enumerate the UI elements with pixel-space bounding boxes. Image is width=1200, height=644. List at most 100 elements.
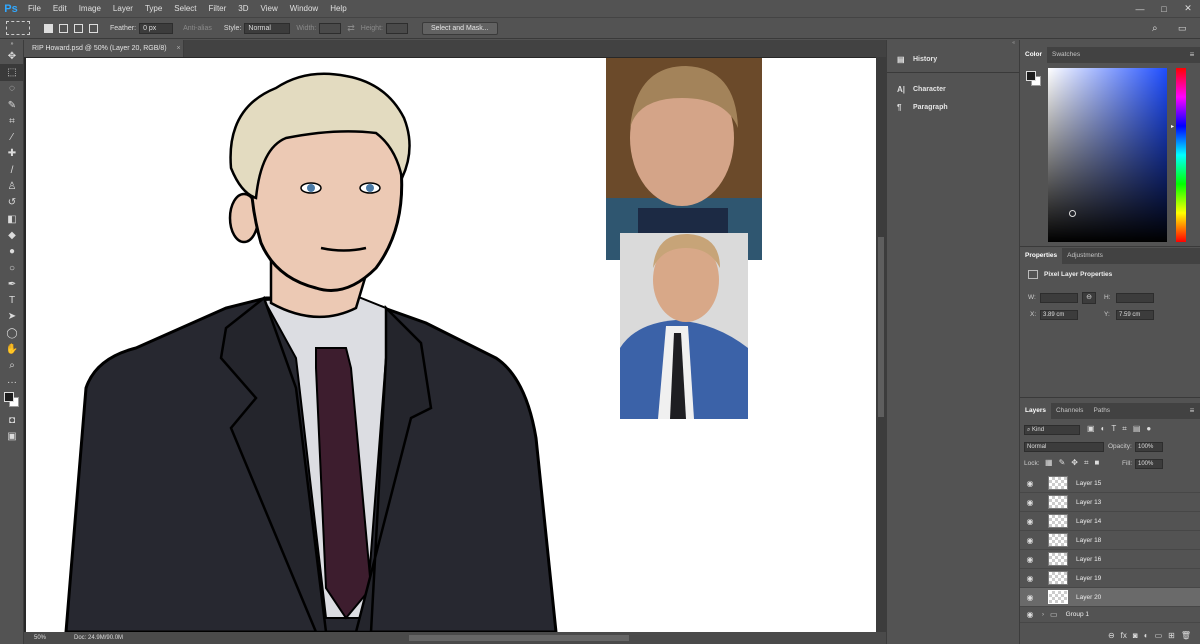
h-input[interactable] xyxy=(1116,293,1154,303)
blur-tool-icon[interactable]: ● xyxy=(0,244,24,260)
feather-input[interactable]: 0 px xyxy=(139,22,174,34)
color-swatches[interactable] xyxy=(0,390,24,412)
layer-filter-select[interactable]: ⌕ Kind xyxy=(1024,425,1080,435)
dodge-tool-icon[interactable]: ○ xyxy=(0,260,24,276)
history-panel-button[interactable]: ▤ History xyxy=(887,47,1019,73)
new-selection-icon[interactable] xyxy=(44,23,53,33)
width-input[interactable] xyxy=(319,22,342,34)
filter-type-icon[interactable]: T xyxy=(1111,424,1116,434)
visibility-eye-icon[interactable]: ◉ xyxy=(1020,574,1040,583)
lock-all-icon[interactable]: ■ xyxy=(1094,458,1099,468)
y-input[interactable]: 7.59 cm xyxy=(1116,310,1154,320)
more-tools-icon[interactable]: ··· xyxy=(0,374,24,390)
tab-layers[interactable]: Layers xyxy=(1020,403,1051,419)
new-layer-icon[interactable]: ⊞ xyxy=(1168,631,1175,640)
document-tab[interactable]: RIP Howard.psd @ 50% (Layer 20, RGB/8) × xyxy=(24,40,184,57)
x-input[interactable]: 3.89 cm xyxy=(1040,310,1078,320)
hue-slider[interactable] xyxy=(1176,68,1186,242)
horizontal-scroll-thumb[interactable] xyxy=(409,635,629,641)
swap-icon[interactable]: ⇄ xyxy=(347,23,355,34)
screen-mode-icon[interactable]: ▣ xyxy=(0,429,24,445)
panel-menu-icon[interactable]: ≡ xyxy=(1184,47,1200,63)
fill-input[interactable]: 100% xyxy=(1135,459,1163,469)
menu-file[interactable]: File xyxy=(22,0,47,17)
character-panel-button[interactable]: A| Character xyxy=(887,79,1019,99)
select-and-mask-button[interactable]: Select and Mask... xyxy=(421,21,498,35)
lasso-tool-icon[interactable]: ◌ xyxy=(0,81,24,97)
w-input[interactable] xyxy=(1040,293,1078,303)
hand-tool-icon[interactable]: ✋ xyxy=(0,341,24,357)
brush-tool-icon[interactable]: / xyxy=(0,162,24,178)
menu-view[interactable]: View xyxy=(255,0,284,17)
menu-filter[interactable]: Filter xyxy=(203,0,233,17)
canvas[interactable] xyxy=(26,58,876,632)
tab-channels[interactable]: Channels xyxy=(1051,403,1088,419)
type-tool-icon[interactable]: T xyxy=(0,292,24,308)
tab-properties[interactable]: Properties xyxy=(1020,248,1063,264)
layer-row[interactable]: ◉ Layer 13 xyxy=(1020,493,1200,512)
fx-icon[interactable]: fx xyxy=(1121,631,1127,640)
adjustment-layer-icon[interactable]: ◐ xyxy=(1144,631,1149,640)
menu-image[interactable]: Image xyxy=(73,0,107,17)
filter-toggle-icon[interactable]: ● xyxy=(1146,424,1151,434)
crop-tool-icon[interactable]: ⌗ xyxy=(0,113,24,129)
color-picker-cursor[interactable] xyxy=(1069,210,1076,217)
marquee-preset-icon[interactable] xyxy=(6,21,30,35)
canvas-vertical-scrollbar[interactable] xyxy=(876,57,886,632)
filter-adjustment-icon[interactable]: ◐ xyxy=(1101,424,1106,434)
marquee-tool-icon[interactable]: ⬚ xyxy=(0,64,24,81)
tab-swatches[interactable]: Swatches xyxy=(1047,47,1085,63)
layer-row[interactable]: ◉ Layer 19 xyxy=(1020,569,1200,588)
clone-stamp-tool-icon[interactable]: ♙ xyxy=(0,178,24,194)
menu-type[interactable]: Type xyxy=(139,0,168,17)
menu-layer[interactable]: Layer xyxy=(107,0,139,17)
scroll-thumb[interactable] xyxy=(878,237,884,417)
visibility-eye-icon[interactable]: ◉ xyxy=(1020,536,1040,545)
visibility-eye-icon[interactable]: ◉ xyxy=(1020,479,1040,488)
tab-adjustments[interactable]: Adjustments xyxy=(1062,248,1108,264)
healing-brush-tool-icon[interactable]: ✚ xyxy=(0,146,24,162)
collapse-toolbar-icon[interactable]: » xyxy=(0,40,24,48)
layer-row[interactable]: ◉ Layer 14 xyxy=(1020,512,1200,531)
move-tool-icon[interactable]: ✥ xyxy=(0,48,24,64)
menu-select[interactable]: Select xyxy=(168,0,202,17)
menu-edit[interactable]: Edit xyxy=(47,0,73,17)
lock-artboard-icon[interactable]: ⌗ xyxy=(1084,458,1089,468)
maximize-button[interactable]: □ xyxy=(1152,0,1176,17)
close-document-icon[interactable]: × xyxy=(177,45,181,52)
tab-color[interactable]: Color xyxy=(1020,47,1047,63)
eyedropper-tool-icon[interactable]: ⁄ xyxy=(0,129,24,145)
quick-select-tool-icon[interactable]: ✎ xyxy=(0,97,24,113)
color-fg-swatch[interactable] xyxy=(1026,71,1036,81)
quick-mask-icon[interactable]: ◘ xyxy=(0,412,24,428)
eraser-tool-icon[interactable]: ◧ xyxy=(0,211,24,227)
history-brush-tool-icon[interactable]: ↺ xyxy=(0,195,24,211)
add-mask-icon[interactable]: ◙ xyxy=(1133,631,1138,640)
paragraph-panel-button[interactable]: ¶ Paragraph xyxy=(887,99,1019,115)
menu-window[interactable]: Window xyxy=(284,0,324,17)
color-picker-field[interactable] xyxy=(1048,68,1167,242)
filter-pixel-icon[interactable]: ▣ xyxy=(1087,424,1095,434)
layer-row[interactable]: ◉ Layer 15 xyxy=(1020,474,1200,493)
hue-slider-marker[interactable]: ▸ xyxy=(1171,123,1174,130)
filter-shape-icon[interactable]: ⌗ xyxy=(1122,424,1127,434)
menu-3d[interactable]: 3D xyxy=(232,0,254,17)
opacity-input[interactable]: 100% xyxy=(1135,442,1163,452)
dock-collapse-icon[interactable]: « xyxy=(887,40,1019,47)
layer-row[interactable]: ◉ Layer 16 xyxy=(1020,550,1200,569)
subtract-selection-icon[interactable] xyxy=(74,23,83,33)
new-group-icon[interactable]: ▭ xyxy=(1155,631,1163,640)
height-input[interactable] xyxy=(385,22,408,34)
blend-mode-select[interactable]: Normal xyxy=(1024,442,1104,452)
link-icon[interactable]: ⊖ xyxy=(1082,292,1096,304)
pen-tool-icon[interactable]: ✒ xyxy=(0,276,24,292)
lock-transparency-icon[interactable]: ▦ xyxy=(1045,458,1053,468)
layers-panel-menu-icon[interactable]: ≡ xyxy=(1184,403,1200,419)
visibility-eye-icon[interactable]: ◉ xyxy=(1020,555,1040,564)
menu-help[interactable]: Help xyxy=(324,0,352,17)
lock-pixels-icon[interactable]: ✎ xyxy=(1059,458,1066,468)
link-layers-icon[interactable]: ⊖ xyxy=(1108,631,1115,640)
visibility-eye-icon[interactable]: ◉ xyxy=(1020,610,1040,619)
workspace-icon[interactable]: ▭ xyxy=(1178,23,1187,34)
close-button[interactable]: ✕ xyxy=(1176,0,1200,17)
